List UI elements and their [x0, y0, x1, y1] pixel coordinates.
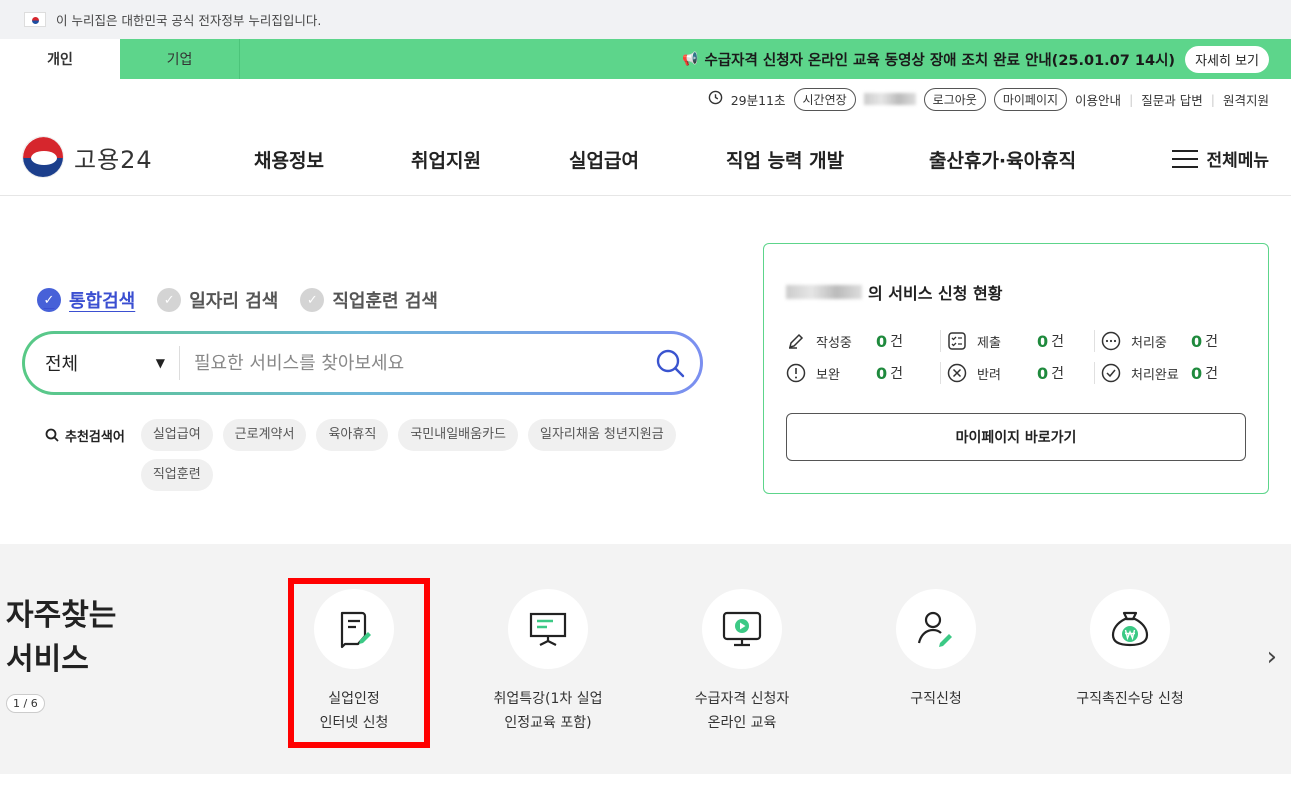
top-tab-bar: 개인 기업 📢 수급자격 신청자 온라인 교육 동영상 장애 조치 완료 안내(…: [0, 39, 1291, 79]
status-completed[interactable]: 처리완료 0 건: [1094, 362, 1248, 384]
presentation-board-icon: [508, 589, 588, 669]
status-supplement[interactable]: 보완 0 건: [786, 362, 940, 384]
clock-icon: [708, 90, 723, 108]
logo-text: 고용24: [74, 145, 153, 174]
korea-flag-icon: [24, 12, 46, 27]
search-button[interactable]: [640, 348, 700, 378]
main-header: 고용24 채용정보 취업지원 실업급여 직업 능력 개발 출산휴가·육아휴직 전…: [0, 118, 1291, 196]
carousel-pager: 1 / 6: [6, 694, 45, 713]
x-circle-icon: [947, 363, 967, 383]
gnb-employment-support[interactable]: 취업지원: [411, 146, 481, 173]
tab-integrated-search[interactable]: ✓ 통합검색: [37, 287, 135, 313]
gnb-parental-leave[interactable]: 출산휴가·육아휴직: [929, 146, 1076, 173]
service-job-promotion-allowance[interactable]: 구직촉진수당 신청: [1040, 589, 1220, 711]
notice-banner: 📢 수급자격 신청자 온라인 교육 동영상 장애 조치 완료 안내(25.01.…: [682, 39, 1291, 79]
divider: |: [1129, 91, 1134, 107]
status-title: 의 서비스 신청 현황: [786, 280, 1002, 304]
gnb-jobs[interactable]: 채용정보: [254, 146, 324, 173]
service-online-education[interactable]: 수급자격 신청자 온라인 교육: [652, 589, 832, 735]
all-menu-label: 전체메뉴: [1206, 151, 1269, 171]
gov-banner: 이 누리집은 대한민국 공식 전자정부 누리집입니다.: [0, 0, 1291, 39]
site-logo[interactable]: 고용24: [22, 136, 153, 178]
search-box: 전체 ▼: [22, 331, 703, 395]
util-link-guide[interactable]: 이용안내: [1075, 90, 1121, 109]
hamburger-icon: [1172, 149, 1199, 168]
person-pen-icon: [896, 589, 976, 669]
user-name-blurred: [786, 285, 862, 299]
gnb-unemployment-benefit[interactable]: 실업급여: [569, 146, 639, 173]
search-category-select[interactable]: 전체 ▼: [25, 346, 180, 380]
utility-bar: 29분11초 시간연장 로그아웃 마이페이지 이용안내 | 질문과 답변 | 원…: [708, 87, 1269, 111]
all-menu-button[interactable]: 전체메뉴: [1172, 146, 1269, 171]
frequent-services-section: 자주찾는 서비스 1 / 6 실업인정 인터넷 신청 취업특강(1차 실업 인정교…: [0, 544, 1291, 774]
gov-banner-text: 이 누리집은 대한민국 공식 전자정부 누리집입니다.: [56, 13, 322, 28]
status-rejected[interactable]: 반려 0 건: [940, 362, 1094, 384]
check-icon: ✓: [300, 288, 325, 312]
caret-down-icon: ▼: [155, 356, 165, 370]
carousel-next-icon[interactable]: ›: [1267, 642, 1277, 672]
taegeuk-logo-icon: [22, 136, 64, 178]
util-link-qna[interactable]: 질문과 답변: [1141, 90, 1202, 109]
user-name-blurred: [863, 93, 916, 105]
check-circle-icon: [1101, 363, 1121, 383]
service-employment-lecture[interactable]: 취업특강(1차 실업 인정교육 포함): [458, 589, 638, 735]
search-icon: [656, 349, 685, 378]
monitor-play-icon: [702, 589, 782, 669]
keyword-tag[interactable]: 실업급여: [140, 419, 213, 451]
rec-label: 추천검색어: [45, 419, 125, 451]
session-timer: 29분11초: [730, 92, 786, 108]
mypage-button[interactable]: 마이페이지: [993, 87, 1068, 111]
status-processing[interactable]: 처리중 0 건: [1094, 330, 1248, 352]
search-small-icon: [45, 428, 59, 442]
money-bag-icon: [1090, 589, 1170, 669]
keyword-tag[interactable]: 국민내일배움카드: [398, 419, 518, 451]
tab-label: 직업훈련 검색: [332, 291, 438, 312]
service-job-seeking[interactable]: 구직신청: [846, 589, 1026, 711]
divider: |: [1210, 91, 1215, 107]
gnb-vocational-training[interactable]: 직업 능력 개발: [726, 146, 844, 173]
recommended-keywords: 추천검색어 실업급여 근로계약서 육아휴직 국민내일배움카드 일자리채움 청년지…: [45, 419, 695, 491]
highlight-box: [288, 578, 430, 748]
status-submitted[interactable]: 제출 0 건: [940, 330, 1094, 352]
keyword-tag[interactable]: 직업훈련: [140, 459, 213, 491]
frequent-services-title: 자주찾는 서비스: [6, 598, 117, 677]
check-icon: ✓: [37, 288, 61, 312]
search-input[interactable]: [180, 352, 640, 374]
tab-business[interactable]: 기업: [120, 39, 240, 79]
status-grid: 작성중 0 건 제출 0 건 처리중 0 건 보완 0 건 반려 0 건 처리완료 0 건: [786, 330, 1248, 384]
extend-time-button[interactable]: 시간연장: [793, 87, 856, 111]
keyword-tag[interactable]: 근로계약서: [222, 419, 307, 451]
pencil-icon: [788, 333, 804, 349]
keyword-tag[interactable]: 일자리채움 청년지원금: [528, 419, 676, 451]
checklist-icon: [948, 332, 966, 350]
notice-detail-button[interactable]: 자세히 보기: [1185, 45, 1269, 73]
tab-personal[interactable]: 개인: [0, 39, 120, 79]
keyword-tag[interactable]: 육아휴직: [316, 419, 389, 451]
logout-button[interactable]: 로그아웃: [923, 87, 986, 111]
status-drafting[interactable]: 작성중 0 건: [786, 330, 940, 352]
search-type-tabs: ✓ 통합검색 ✓ 일자리 검색 ✓ 직업훈련 검색: [37, 287, 438, 313]
megaphone-icon: 📢: [682, 51, 699, 67]
tab-training-search[interactable]: ✓ 직업훈련 검색: [300, 287, 438, 313]
notice-text[interactable]: 수급자격 신청자 온라인 교육 동영상 장애 조치 완료 안내(25.01.07…: [704, 49, 1175, 70]
select-value: 전체: [45, 354, 79, 375]
go-mypage-button[interactable]: 마이페이지 바로가기: [786, 413, 1246, 461]
ellipsis-circle-icon: [1101, 331, 1121, 351]
service-status-card: 의 서비스 신청 현황 작성중 0 건 제출 0 건 처리중 0 건 보완 0 건 반려 0 건 처…: [763, 243, 1269, 494]
tab-job-search[interactable]: ✓ 일자리 검색: [157, 287, 278, 313]
check-icon: ✓: [157, 288, 182, 312]
tab-label: 통합검색: [69, 291, 136, 312]
exclamation-circle-icon: [786, 363, 806, 383]
tab-label: 일자리 검색: [189, 291, 279, 312]
util-link-remote[interactable]: 원격지원: [1223, 90, 1269, 109]
